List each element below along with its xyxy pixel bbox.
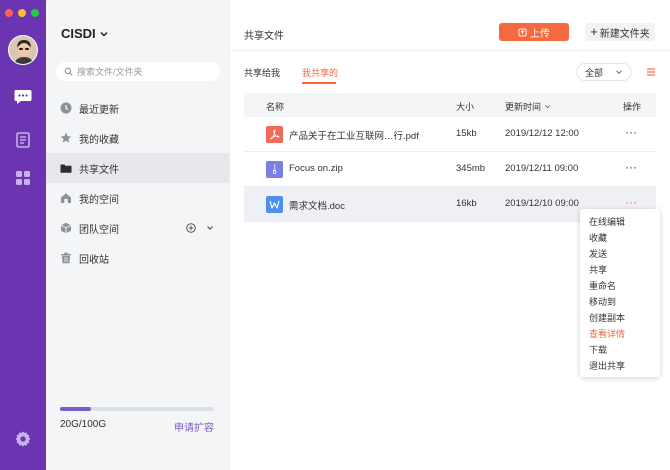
file-updated: 2019/12/10 09:00: [505, 198, 579, 209]
menu-item-exit-share[interactable]: 退出共享: [580, 358, 660, 374]
app-window: CISDI 最近更新 我的收藏 共享文件 我的空间 团队空间: [0, 0, 670, 470]
settings-icon[interactable]: [13, 429, 33, 449]
add-team-space-icon[interactable]: [186, 223, 196, 233]
close-window-button[interactable]: [5, 9, 13, 17]
chevron-down-icon: [544, 105, 550, 109]
cube-icon: [60, 222, 72, 234]
page-title: 共享文件: [244, 31, 284, 42]
column-name[interactable]: 名称: [266, 100, 284, 113]
org-switcher[interactable]: CISDI: [61, 26, 109, 41]
folder-icon: [60, 164, 72, 173]
menu-item-share[interactable]: 共享: [580, 262, 660, 278]
clock-icon: [60, 102, 72, 114]
sidebar-item-label: 最近更新: [79, 104, 119, 116]
org-name: CISDI: [61, 26, 96, 41]
app-rail: [0, 0, 46, 470]
filter-select[interactable]: 全部: [576, 63, 632, 81]
sidebar-item-label: 回收站: [79, 254, 109, 266]
sidebar-item-label: 团队空间: [79, 224, 119, 236]
column-size[interactable]: 大小: [456, 100, 474, 113]
column-updated[interactable]: 更新时间: [505, 100, 551, 113]
apps-icon[interactable]: [13, 168, 33, 188]
star-icon: [60, 132, 72, 143]
sidebar-item-label: 共享文件: [79, 164, 119, 176]
sidebar-item-my-space[interactable]: 我的空间: [46, 183, 229, 213]
chat-icon[interactable]: [13, 86, 33, 106]
search-input[interactable]: [77, 66, 207, 77]
header: 共享文件 上传 + 新建文件夹: [230, 0, 670, 51]
menu-item-rename[interactable]: 重命名: [580, 278, 660, 294]
storage-bar-fill: [60, 407, 91, 411]
search-icon: [64, 67, 73, 76]
filter-value: 全部: [585, 67, 604, 78]
maximize-window-button[interactable]: [31, 9, 39, 17]
window-controls: [5, 9, 39, 17]
context-menu: 在线编辑 收藏 发送 共享 重命名 移动到 创建副本 查看详情 下载 退出共享: [580, 209, 660, 377]
chevron-down-icon: [616, 70, 622, 75]
file-updated: 2019/12/11 09:00: [505, 163, 579, 174]
storage-bar: [60, 407, 214, 411]
upload-button[interactable]: 上传: [499, 23, 569, 41]
team-space-actions: [186, 223, 215, 233]
tab-shared-by-me[interactable]: 我共享的: [302, 66, 338, 79]
file-size: 15kb: [456, 128, 477, 139]
more-actions-button[interactable]: ···: [625, 195, 637, 209]
home-icon: [61, 193, 71, 203]
more-actions-button[interactable]: ···: [625, 125, 637, 139]
sidebar-item-favorites[interactable]: 我的收藏: [46, 123, 229, 153]
file-name[interactable]: 需求文档.doc: [289, 198, 345, 212]
menu-item-make-copy[interactable]: 创建副本: [580, 310, 660, 326]
table-row[interactable]: 产品关于在工业互联网…行.pdf 15kb 2019/12/12 12:00 ·…: [244, 117, 656, 152]
upload-label: 上传: [530, 28, 550, 40]
document-icon[interactable]: [13, 130, 33, 150]
file-name[interactable]: Focus on.zip: [289, 163, 343, 174]
storage-usage: 20G/100G 申请扩容: [60, 407, 214, 434]
menu-item-download[interactable]: 下载: [580, 342, 660, 358]
menu-item-view-details[interactable]: 查看详情: [580, 326, 660, 342]
sidebar-item-label: 我的空间: [79, 194, 119, 206]
tab-shared-with-me[interactable]: 共享给我: [244, 66, 280, 79]
file-size: 345mb: [456, 163, 486, 174]
doc-file-icon: [266, 196, 283, 213]
menu-item-move-to[interactable]: 移动到: [580, 294, 660, 310]
table-header: 名称 大小 更新时间 操作: [244, 93, 656, 117]
more-actions-button[interactable]: ···: [625, 160, 637, 174]
sidebar: CISDI 最近更新 我的收藏 共享文件 我的空间 团队空间: [46, 0, 230, 470]
sidebar-item-label: 我的收藏: [79, 134, 119, 146]
new-folder-button[interactable]: + 新建文件夹: [585, 23, 655, 41]
file-size: 16kb: [456, 198, 477, 209]
chevron-down-icon: [100, 31, 108, 37]
sidebar-item-shared-files[interactable]: 共享文件: [46, 153, 229, 183]
expand-storage-link[interactable]: 申请扩容: [174, 419, 214, 434]
pdf-file-icon: [266, 126, 283, 143]
column-updated-label: 更新时间: [505, 102, 542, 112]
search-box: [56, 62, 220, 81]
upload-icon: [518, 27, 527, 37]
new-folder-label: 新建文件夹: [599, 28, 650, 40]
user-avatar[interactable]: [8, 35, 38, 65]
menu-item-send[interactable]: 发送: [580, 246, 660, 262]
minimize-window-button[interactable]: [18, 9, 26, 17]
list-view-icon[interactable]: [646, 67, 656, 77]
sidebar-item-trash[interactable]: 回收站: [46, 243, 229, 273]
file-name[interactable]: 产品关于在工业互联网…行.pdf: [289, 128, 419, 142]
table-row[interactable]: Focus on.zip 345mb 2019/12/11 09:00 ···: [244, 152, 656, 187]
storage-text: 20G/100G: [60, 419, 107, 430]
active-tab-indicator: [302, 82, 336, 84]
chevron-down-icon[interactable]: [205, 223, 215, 233]
menu-item-edit-online[interactable]: 在线编辑: [580, 214, 660, 230]
file-updated: 2019/12/12 12:00: [505, 128, 579, 139]
trash-icon: [61, 252, 71, 264]
plus-icon: +: [590, 24, 598, 39]
sidebar-item-recent[interactable]: 最近更新: [46, 93, 229, 123]
column-actions: 操作: [623, 102, 642, 112]
zip-file-icon: [266, 161, 283, 178]
sidebar-item-team-space[interactable]: 团队空间: [46, 213, 229, 243]
menu-item-favorite[interactable]: 收藏: [580, 230, 660, 246]
